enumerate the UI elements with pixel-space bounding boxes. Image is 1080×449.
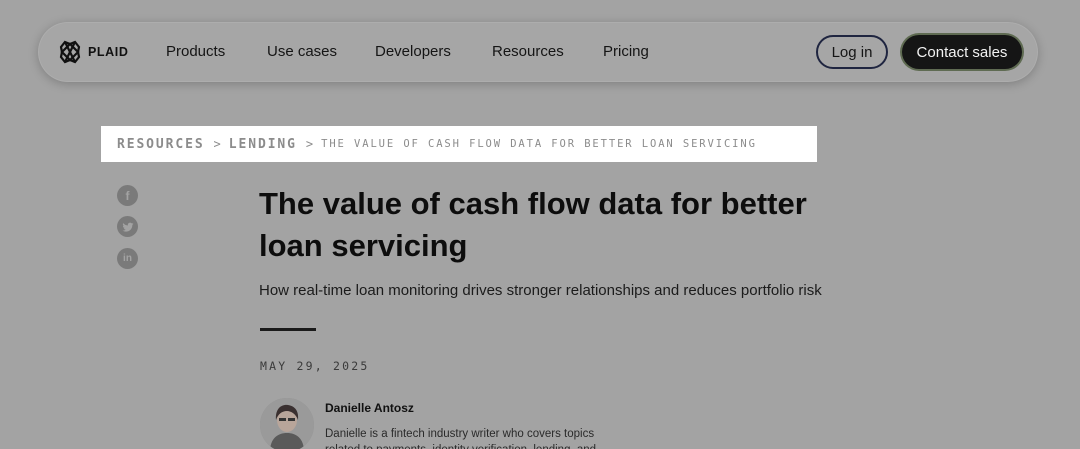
login-button[interactable]: Log in <box>816 35 888 69</box>
breadcrumb-lending[interactable]: LENDING <box>229 137 297 152</box>
twitter-icon <box>122 222 133 232</box>
nav-products[interactable]: Products <box>166 43 225 60</box>
title-divider <box>260 328 316 331</box>
breadcrumb: RESOURCES > LENDING > THE VALUE OF CASH … <box>101 126 817 162</box>
facebook-icon: f <box>125 188 130 203</box>
publish-date: MAY 29, 2025 <box>260 359 370 373</box>
author-photo <box>260 398 314 449</box>
author-bio: Danielle is a fintech industry writer wh… <box>325 428 596 449</box>
nav-use-cases[interactable]: Use cases <box>267 43 337 60</box>
nav-resources[interactable]: Resources <box>492 43 564 60</box>
contact-sales-button[interactable]: Contact sales <box>902 35 1022 69</box>
breadcrumb-separator: > <box>305 137 314 151</box>
breadcrumb-separator: > <box>213 137 221 151</box>
nav-developers[interactable]: Developers <box>375 43 451 60</box>
facebook-share-button[interactable]: f <box>117 185 138 206</box>
linkedin-icon: in <box>123 253 132 264</box>
author-avatar[interactable] <box>260 398 314 449</box>
breadcrumb-current: THE VALUE OF CASH FLOW DATA FOR BETTER L… <box>321 138 757 150</box>
article-title: The value of cash flow data for better l… <box>259 186 807 263</box>
top-navbar: PLAID Products Use cases Developers Reso… <box>38 22 1038 82</box>
nav-pricing[interactable]: Pricing <box>603 43 649 60</box>
author-name[interactable]: Danielle Antosz <box>325 401 414 415</box>
nav-links: Products Use cases Developers Resources … <box>38 22 1038 82</box>
twitter-share-button[interactable] <box>117 216 138 237</box>
linkedin-share-button[interactable]: in <box>117 248 138 269</box>
article-subtitle: How real-time loan monitoring drives str… <box>259 282 822 299</box>
breadcrumb-resources[interactable]: RESOURCES <box>117 137 205 152</box>
